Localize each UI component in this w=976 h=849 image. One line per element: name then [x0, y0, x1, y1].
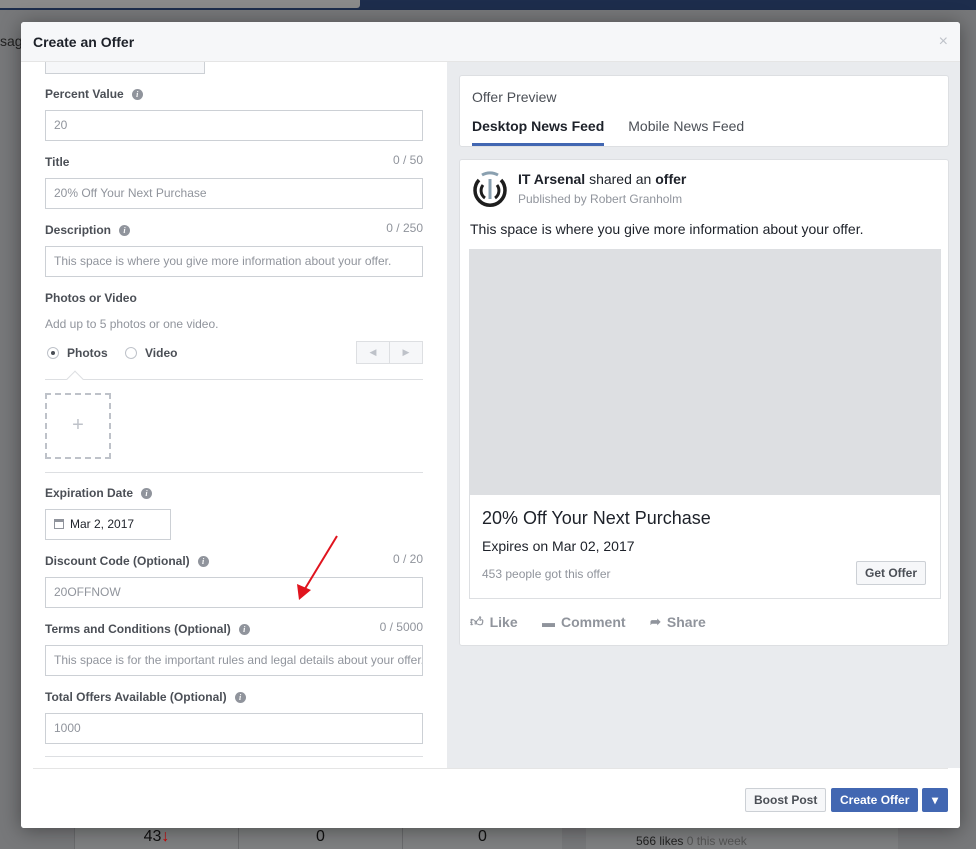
background-stat: 0	[402, 828, 562, 849]
percent-value-input[interactable]: 20	[45, 110, 423, 141]
tab-pointer	[66, 370, 84, 388]
divider	[45, 472, 423, 473]
offer-title: 20% Off Your Next Purchase	[482, 508, 711, 528]
preview-tabs: Desktop News Feed Mobile News Feed	[472, 118, 768, 146]
offer-details: 20% Off Your Next Purchase Expires on Ma…	[469, 495, 941, 599]
caret-down-icon: ▾	[931, 793, 939, 807]
description-input[interactable]: This space is where you give more inform…	[45, 246, 423, 277]
divider	[45, 379, 423, 380]
page-name-link[interactable]: IT Arsenal	[518, 171, 585, 187]
media-pager: ◀ ▶	[356, 341, 423, 364]
media-hint: Add up to 5 photos or one video.	[45, 317, 219, 331]
like-button[interactable]: 👍︎ Like	[470, 614, 518, 630]
create-offer-dialog: Create an Offer × Percent Value i 20 Titl…	[21, 22, 960, 828]
offer-form: Percent Value i 20 Title 0 / 50 20% Off Y…	[21, 62, 447, 768]
calendar-icon	[54, 519, 64, 529]
info-icon[interactable]: i	[197, 556, 209, 567]
annotation-arrow	[297, 535, 338, 600]
title-label: Title	[45, 155, 70, 169]
share-button[interactable]: ➦ Share	[650, 614, 706, 630]
thumbs-up-icon: 👍︎	[470, 614, 484, 629]
offer-expires: Expires on Mar 02, 2017	[482, 538, 635, 554]
discount-count: 0 / 20	[392, 552, 423, 566]
offer-post-preview: IT Arsenal shared an offer Published by …	[459, 159, 949, 646]
next-icon[interactable]: ▶	[390, 342, 422, 363]
info-icon[interactable]: i	[119, 225, 131, 236]
preview-tabs-card: Offer Preview Desktop News Feed Mobile N…	[459, 75, 949, 147]
description-label: Description i	[45, 223, 131, 237]
create-offer-button[interactable]: Create Offer	[831, 788, 919, 812]
background-search	[0, 0, 360, 8]
radio-video[interactable]: Video	[125, 346, 177, 360]
add-photo-button[interactable]: +	[45, 393, 111, 459]
post-author-line: IT Arsenal shared an offer	[518, 171, 687, 187]
comment-button[interactable]: ▬ Comment	[542, 614, 626, 630]
share-icon: ➦	[650, 614, 661, 629]
expiration-date-input[interactable]: Mar 2, 2017	[45, 509, 171, 540]
discount-label: Discount Code (Optional) i	[45, 554, 209, 568]
comment-icon: ▬	[542, 614, 555, 630]
post-body: This space is where you give more inform…	[470, 221, 864, 237]
background-likes: 566 likes 0 this week	[586, 828, 898, 849]
discount-code-input[interactable]: 20OFFNOW	[45, 577, 423, 608]
background-stat: 0	[238, 828, 402, 849]
offer-type-select[interactable]	[45, 62, 205, 74]
terms-count: 0 / 5000	[379, 620, 423, 634]
total-offers-input[interactable]: 1000	[45, 713, 423, 744]
media-label: Photos or Video	[45, 291, 137, 305]
tab-mobile-news-feed[interactable]: Mobile News Feed	[628, 118, 744, 146]
info-icon[interactable]: i	[131, 89, 143, 100]
divider	[33, 768, 948, 769]
prev-icon[interactable]: ◀	[357, 342, 390, 363]
info-icon[interactable]: i	[238, 624, 250, 635]
divider	[45, 756, 423, 757]
preview-heading: Offer Preview	[472, 89, 557, 105]
dialog-header: Create an Offer ×	[21, 22, 960, 62]
info-icon[interactable]: i	[234, 692, 246, 703]
get-offer-button[interactable]: Get Offer	[856, 561, 927, 585]
create-options-dropdown[interactable]: ▾	[922, 788, 948, 812]
background-navbar	[0, 0, 976, 10]
page-logo	[473, 171, 507, 207]
title-input[interactable]: 20% Off Your Next Purchase	[45, 178, 423, 209]
offer-claimed-count: 453 people got this offer	[482, 567, 611, 581]
tab-desktop-news-feed[interactable]: Desktop News Feed	[472, 118, 605, 146]
info-icon[interactable]: i	[141, 488, 153, 499]
dialog-title: Create an Offer	[33, 34, 135, 50]
published-by: Published by Robert Granholm	[518, 192, 683, 206]
total-label: Total Offers Available (Optional) i	[45, 690, 246, 704]
offer-preview-panel: Offer Preview Desktop News Feed Mobile N…	[447, 62, 960, 768]
close-icon[interactable]: ×	[939, 33, 948, 51]
expiration-label: Expiration Date i	[45, 486, 153, 500]
percent-value-label: Percent Value i	[45, 87, 143, 101]
radio-photos[interactable]: Photos	[47, 346, 108, 360]
terms-input[interactable]: This space is for the important rules an…	[45, 645, 423, 676]
background-stat: 43↓	[74, 828, 238, 849]
description-count: 0 / 250	[386, 221, 423, 235]
offer-image-placeholder	[469, 249, 941, 495]
boost-post-button[interactable]: Boost Post	[745, 788, 827, 812]
terms-label: Terms and Conditions (Optional) i	[45, 622, 250, 636]
title-count: 0 / 50	[392, 153, 423, 167]
